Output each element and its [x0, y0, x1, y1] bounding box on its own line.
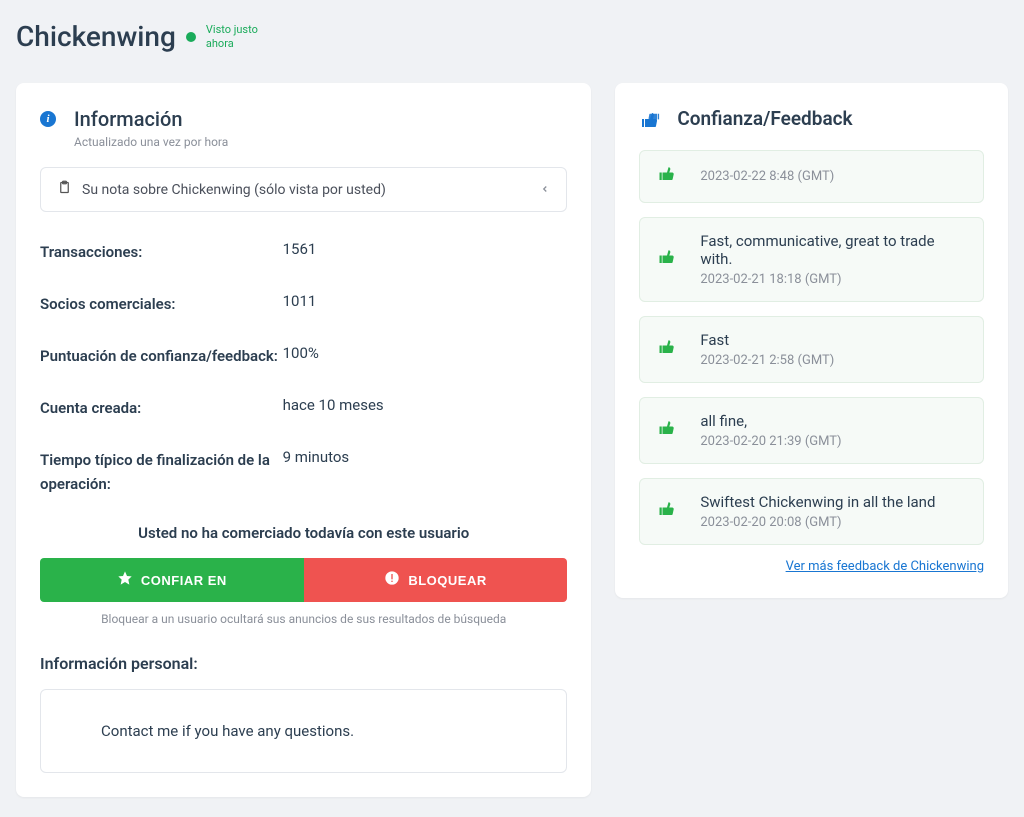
feedback-message: all fine, — [700, 412, 965, 430]
info-card: i Información Actualizado una vez por ho… — [16, 83, 591, 797]
feedback-date: 2023-02-22 8:48 (GMT) — [700, 169, 965, 184]
feedback-item: all fine, 2023-02-20 21:39 (GMT) — [639, 397, 984, 464]
info-row-value: 1561 — [283, 240, 317, 264]
trust-button[interactable]: CONFIAR EN — [40, 558, 304, 602]
online-status-dot — [186, 32, 196, 42]
feedback-date: 2023-02-20 20:08 (GMT) — [700, 515, 965, 530]
thumb-up-icon — [658, 419, 676, 442]
thumbs-icon — [639, 109, 663, 129]
info-row: Transacciones:1561 — [40, 240, 567, 264]
personal-info-text: Contact me if you have any questions. — [101, 722, 354, 740]
info-row-label: Transacciones: — [40, 240, 283, 264]
trust-feedback-card: Confianza/Feedback 2023-02-22 8:48 (GMT)… — [615, 83, 1008, 598]
info-row-value: 9 minutos — [283, 448, 350, 496]
info-row: Puntuación de confianza/feedback:100% — [40, 344, 567, 368]
thumb-up-icon — [658, 500, 676, 523]
info-row-value: hace 10 meses — [283, 396, 384, 420]
info-icon: i — [40, 111, 56, 127]
info-row: Tiempo típico de finalización de la oper… — [40, 448, 567, 496]
more-feedback-link[interactable]: Ver más feedback de Chickenwing — [639, 559, 984, 574]
feedback-item: Fast 2023-02-21 2:58 (GMT) — [639, 316, 984, 383]
info-row-label: Tiempo típico de finalización de la oper… — [40, 448, 283, 496]
feedback-item: Swiftest Chickenwing in all the land 2023… — [639, 478, 984, 545]
feedback-date: 2023-02-20 21:39 (GMT) — [700, 434, 965, 449]
username: Chickenwing — [16, 20, 176, 53]
info-row-value: 1011 — [283, 292, 317, 316]
feedback-date: 2023-02-21 18:18 (GMT) — [700, 272, 965, 287]
user-note-toggle[interactable]: Su nota sobre Chickenwing (sólo vista po… — [40, 167, 567, 212]
online-status-text: Visto justo ahora — [206, 23, 266, 49]
thumb-up-icon — [658, 165, 676, 188]
thumb-up-icon — [658, 338, 676, 361]
feedback-message: Swiftest Chickenwing in all the land — [700, 493, 965, 511]
info-row: Socios comerciales:1011 — [40, 292, 567, 316]
feedback-item: 2023-02-22 8:48 (GMT) — [639, 150, 984, 203]
info-row-value: 100% — [283, 344, 319, 368]
info-row-label: Socios comerciales: — [40, 292, 283, 316]
info-row: Cuenta creada:hace 10 meses — [40, 396, 567, 420]
trust-feedback-title: Confianza/Feedback — [677, 107, 852, 130]
block-hint: Bloquear a un usuario ocultará sus anunc… — [40, 612, 567, 626]
error-icon — [384, 570, 400, 590]
feedback-message: Fast, communicative, great to trade with… — [700, 232, 965, 268]
info-title: Información — [74, 107, 228, 131]
star-icon — [117, 570, 133, 590]
info-row-label: Cuenta creada: — [40, 396, 283, 420]
info-subtitle: Actualizado una vez por hora — [74, 135, 228, 149]
feedback-message: Fast — [700, 331, 965, 349]
block-button[interactable]: BLOQUEAR — [304, 558, 568, 602]
profile-header: Chickenwing Visto justo ahora — [16, 20, 1008, 53]
chevron-left-icon — [540, 182, 550, 198]
user-note-label: Su nota sobre Chickenwing (sólo vista po… — [82, 182, 530, 198]
personal-info-title: Información personal: — [40, 654, 567, 673]
feedback-item: Fast, communicative, great to trade with… — [639, 217, 984, 302]
trust-button-label: CONFIAR EN — [141, 573, 227, 588]
info-row-label: Puntuación de confianza/feedback: — [40, 344, 283, 368]
not-traded-message: Usted no ha comerciado todavía con este … — [40, 524, 567, 542]
personal-info-box: Contact me if you have any questions. — [40, 689, 567, 773]
feedback-date: 2023-02-21 2:58 (GMT) — [700, 353, 965, 368]
clipboard-icon — [57, 180, 72, 199]
thumb-up-icon — [658, 248, 676, 271]
block-button-label: BLOQUEAR — [408, 573, 486, 588]
